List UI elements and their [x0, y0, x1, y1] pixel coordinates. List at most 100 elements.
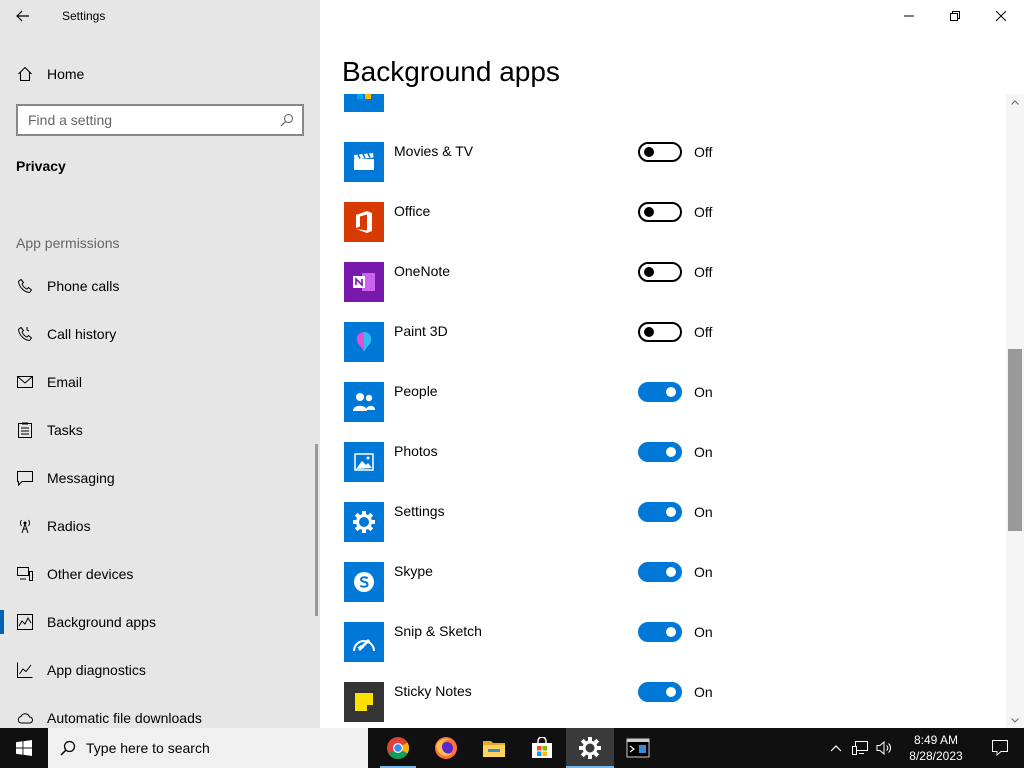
sidebar-item-label: Other devices	[47, 566, 134, 582]
background-toggle[interactable]	[638, 262, 682, 282]
background-toggle[interactable]	[638, 202, 682, 222]
back-arrow-icon	[16, 10, 29, 22]
network-button[interactable]	[848, 728, 872, 768]
tasks-icon	[0, 422, 47, 438]
settings-icon	[579, 737, 601, 759]
sidebar-item-label: App diagnostics	[47, 662, 146, 678]
clock[interactable]: 8:49 AM 8/28/2023	[896, 732, 976, 764]
sidebar-item-phone-calls[interactable]: Phone calls	[0, 262, 316, 310]
toggle-state: On	[694, 504, 713, 520]
taskbar-file-explorer[interactable]	[470, 728, 518, 768]
firefox-icon	[435, 737, 457, 759]
list-item: OneNote Off	[344, 262, 984, 322]
list-item: Off	[344, 94, 984, 132]
background-toggle[interactable]	[638, 322, 682, 342]
list-item: Office Off	[344, 202, 984, 262]
volume-button[interactable]	[872, 728, 896, 768]
notification-icon	[992, 740, 1008, 756]
sidebar-item-automatic-file-downloads[interactable]: Automatic file downloads	[0, 694, 316, 728]
close-button[interactable]	[978, 0, 1024, 32]
main-scrollbar[interactable]	[1006, 94, 1024, 728]
background-toggle[interactable]	[638, 682, 682, 702]
app-name: People	[394, 383, 438, 399]
back-button[interactable]	[0, 0, 46, 32]
sidebar-item-app-diagnostics[interactable]: App diagnostics	[0, 646, 316, 694]
toggle-knob	[666, 687, 676, 697]
clock-date: 8/28/2023	[909, 749, 963, 763]
taskbar-firefox[interactable]	[422, 728, 470, 768]
background-toggle[interactable]	[638, 142, 682, 162]
taskbar-store[interactable]	[518, 728, 566, 768]
app-name: Movies & TV	[394, 143, 474, 159]
taskbar: Type here to search 8:49 AM 8/28/2023	[0, 728, 1024, 768]
list-item: Sticky Notes On	[344, 682, 984, 728]
show-hidden-icons-button[interactable]	[824, 728, 848, 768]
sidebar-item-background-apps[interactable]: Background apps	[0, 598, 316, 646]
minimize-button[interactable]	[886, 0, 932, 32]
background-apps-icon	[0, 614, 47, 630]
search-icon[interactable]	[280, 113, 294, 127]
sidebar: Home Privacy App permissions Phone calls…	[0, 32, 320, 728]
radio-icon	[0, 518, 47, 534]
sidebar-item-label: Automatic file downloads	[47, 710, 202, 726]
background-toggle[interactable]	[638, 382, 682, 402]
minimize-icon	[904, 15, 914, 17]
start-button[interactable]	[0, 728, 48, 768]
taskbar-search-box[interactable]: Type here to search	[48, 728, 368, 768]
toggle-knob	[644, 147, 654, 157]
sidebar-item-label: Phone calls	[47, 278, 120, 294]
sidebar-item-messaging[interactable]: Messaging	[0, 454, 316, 502]
window-title: Settings	[62, 9, 106, 23]
group-title: App permissions	[16, 235, 120, 251]
sidebar-item-other-devices[interactable]: Other devices	[0, 550, 316, 598]
sidebar-scrollbar[interactable]	[315, 444, 318, 616]
page-title: Background apps	[342, 56, 560, 87]
paint3d-icon	[344, 322, 384, 362]
app-name: Sticky Notes	[394, 683, 472, 699]
sidebar-item-label: Radios	[47, 518, 91, 534]
diagnostics-icon	[0, 662, 47, 678]
settings-search-box[interactable]	[16, 104, 304, 136]
toggle-state: Off	[694, 264, 713, 280]
settings-search-input[interactable]	[28, 112, 258, 128]
sidebar-item-tasks[interactable]: Tasks	[0, 406, 316, 454]
background-toggle[interactable]	[638, 562, 682, 582]
messaging-icon	[0, 470, 47, 486]
nav-home[interactable]: Home	[0, 56, 320, 92]
toggle-knob	[644, 267, 654, 277]
taskbar-settings[interactable]	[566, 728, 614, 768]
app-name: Paint 3D	[394, 323, 448, 339]
toggle-state: On	[694, 684, 713, 700]
toggle-knob	[666, 627, 676, 637]
taskbar-terminal[interactable]	[614, 728, 662, 768]
sidebar-item-radios[interactable]: Radios	[0, 502, 316, 550]
notifications-button[interactable]	[976, 728, 1024, 768]
background-toggle[interactable]	[638, 502, 682, 522]
microsoft-store-icon	[344, 94, 384, 112]
snip-sketch-icon	[344, 622, 384, 662]
background-toggle[interactable]	[638, 622, 682, 642]
scrollbar-thumb[interactable]	[1008, 349, 1022, 531]
restore-button[interactable]	[932, 0, 978, 32]
toggle-knob	[666, 387, 676, 397]
sidebar-item-call-history[interactable]: Call history	[0, 310, 316, 358]
taskbar-chrome[interactable]	[374, 728, 422, 768]
scroll-down-button[interactable]	[1006, 712, 1024, 728]
chevron-up-icon	[1011, 99, 1019, 105]
scroll-up-button[interactable]	[1006, 94, 1024, 110]
app-name: Office	[394, 203, 431, 219]
toggle-knob	[666, 567, 676, 577]
background-toggle[interactable]	[638, 442, 682, 462]
sidebar-item-email[interactable]: Email	[0, 358, 316, 406]
office-icon	[344, 202, 384, 242]
app-name: Skype	[394, 563, 433, 579]
sticky-notes-icon	[344, 682, 384, 722]
nav-home-label: Home	[47, 66, 85, 82]
list-item: Snip & Sketch On	[344, 622, 984, 682]
list-item: Photos On	[344, 442, 984, 502]
store-icon	[532, 737, 552, 758]
toggle-knob	[666, 447, 676, 457]
toggle-knob	[644, 207, 654, 217]
toggle-state: On	[694, 624, 713, 640]
search-icon	[60, 740, 76, 756]
